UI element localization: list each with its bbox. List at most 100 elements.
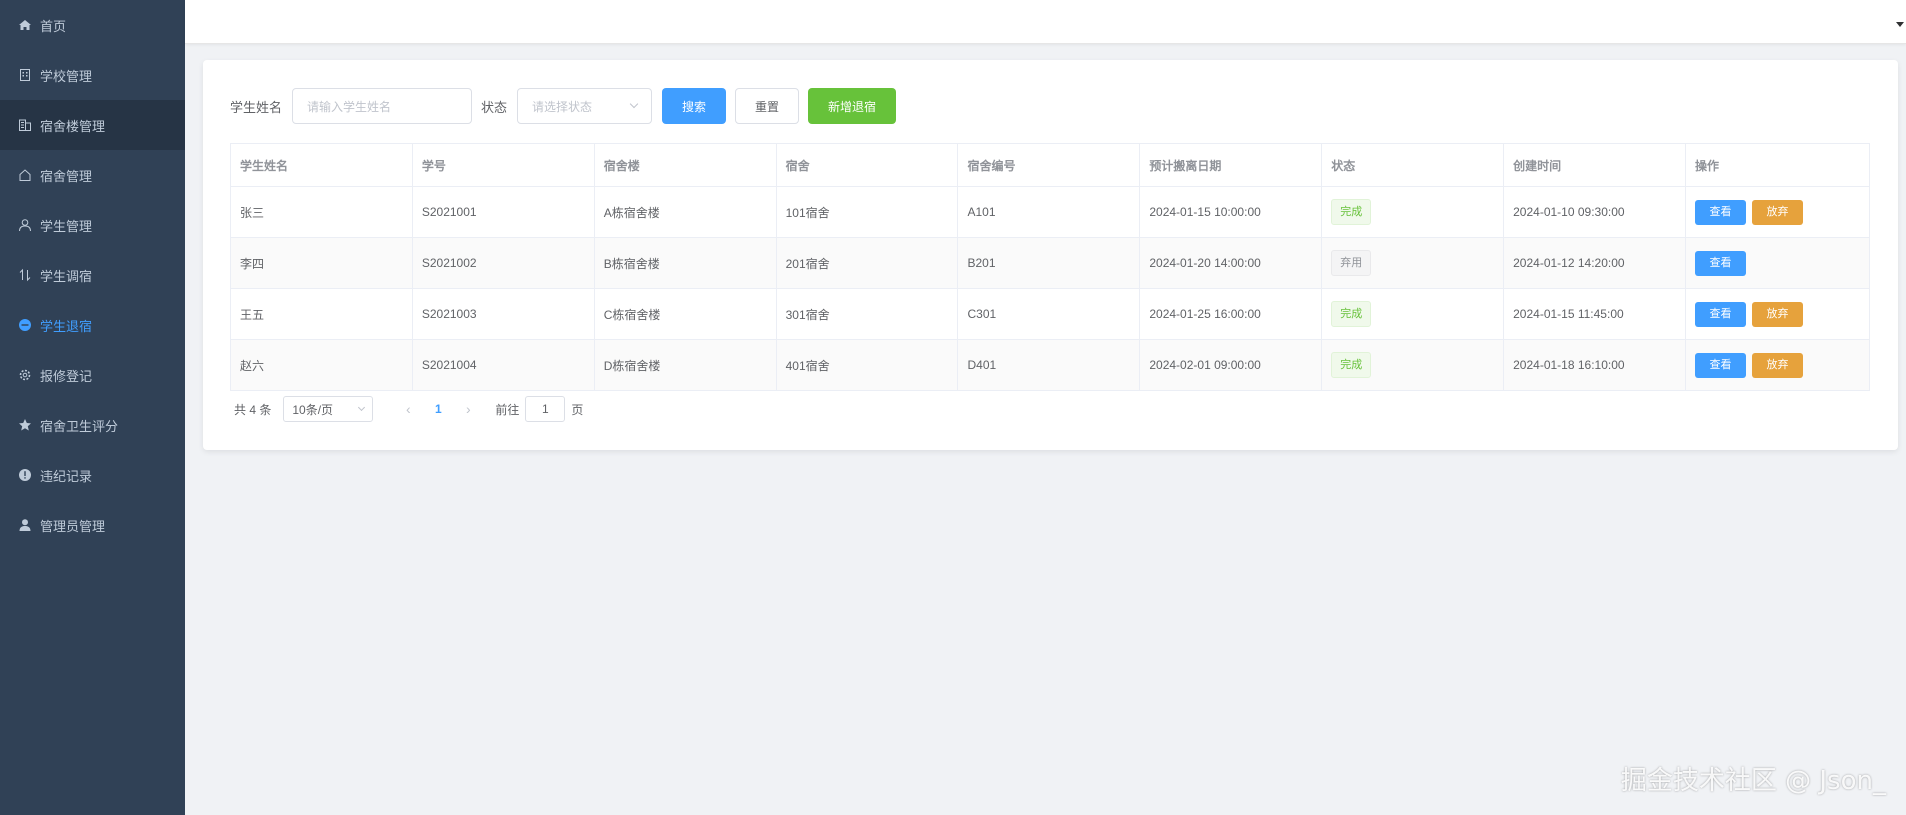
cell-room-code: A101 <box>957 186 1141 238</box>
cell-actions: 查看 放弃 <box>1685 339 1870 391</box>
sidebar-item-hygiene[interactable]: 宿舍卫生评分 <box>0 400 185 450</box>
cell-created: 2024-01-15 11:45:00 <box>1503 288 1687 340</box>
status-badge: 完成 <box>1331 301 1372 327</box>
cell-actions: 查看 放弃 <box>1685 288 1870 340</box>
cell-actions: 查看 <box>1685 237 1870 289</box>
student-name-label: 学生姓名 <box>230 99 283 115</box>
sidebar-item-label: 学生退宿 <box>40 318 93 334</box>
cell-status: 完成 <box>1321 186 1505 238</box>
search-button[interactable]: 搜索 <box>662 88 727 124</box>
office-icon <box>18 118 32 132</box>
sidebar: 首页 学校管理 宿舍楼管理 宿舍管理 学生管理 学生调宿 学生退宿 报修登记 宿… <box>0 0 185 815</box>
cell-building: B栋宿舍楼 <box>594 237 777 289</box>
goto-page: 前往 1 页 <box>495 396 583 422</box>
cell-room: 301宿舍 <box>776 288 959 340</box>
table-header-row: 学生姓名 学号 宿舍楼 宿舍 宿舍编号 预计搬离日期 状态 创建时间 操作 <box>230 143 1870 187</box>
column-header: 学号 <box>412 143 595 187</box>
view-button[interactable]: 查看 <box>1695 301 1747 327</box>
sidebar-item-label: 宿舍楼管理 <box>40 118 106 134</box>
view-button[interactable]: 查看 <box>1695 250 1747 276</box>
page-number[interactable]: 1 <box>423 402 453 416</box>
cell-room-code: B201 <box>957 237 1141 289</box>
page-size-select[interactable]: 10条/页 <box>283 396 374 422</box>
home-icon <box>18 18 32 32</box>
sidebar-item-checkout[interactable]: 学生退宿 <box>0 300 185 350</box>
page-size-value: 10条/页 <box>292 402 334 417</box>
watermark: 掘金技术社区 @ Json_ <box>1620 766 1886 796</box>
sidebar-item-label: 学生管理 <box>40 218 93 234</box>
sidebar-item-violation[interactable]: 违纪记录 <box>0 450 185 500</box>
chevron-down-icon <box>629 99 639 109</box>
cell-room-code: C301 <box>957 288 1141 340</box>
house-icon <box>18 168 32 182</box>
goto-suffix: 页 <box>571 402 584 417</box>
status-badge: 完成 <box>1331 199 1372 225</box>
reset-button[interactable]: 重置 <box>735 88 800 124</box>
total-count: 共 4 条 <box>234 402 272 417</box>
column-header: 创建时间 <box>1503 143 1687 187</box>
sidebar-item-admin[interactable]: 管理员管理 <box>0 500 185 550</box>
cell-name: 张三 <box>230 186 413 238</box>
sidebar-item-transfer[interactable]: 学生调宿 <box>0 250 185 300</box>
user-icon <box>18 218 32 232</box>
cell-room: 201宿舍 <box>776 237 959 289</box>
cell-leave-date: 2024-01-20 14:00:00 <box>1139 237 1323 289</box>
table-row: 赵六 S2021004 D栋宿舍楼 401宿舍 D401 2024-02-01 … <box>230 339 1870 391</box>
view-button[interactable]: 查看 <box>1695 352 1747 378</box>
cell-leave-date: 2024-02-01 09:00:00 <box>1139 339 1323 391</box>
column-header: 学生姓名 <box>230 143 413 187</box>
status-badge: 弃用 <box>1331 250 1372 276</box>
minus-circle-icon <box>18 318 32 332</box>
pagination: 共 4 条 10条/页 ‹ 1 › 前往 1 页 <box>234 396 583 422</box>
column-header: 宿舍楼 <box>594 143 777 187</box>
prev-page-icon[interactable]: ‹ <box>393 401 423 417</box>
cell-building: C栋宿舍楼 <box>594 288 777 340</box>
view-button[interactable]: 查看 <box>1695 199 1747 225</box>
add-checkout-button[interactable]: 新增退宿 <box>808 88 897 124</box>
status-select-placeholder: 请选择状态 <box>532 99 593 114</box>
caret-down-icon[interactable] <box>1896 22 1904 27</box>
cell-status: 完成 <box>1321 288 1505 340</box>
column-header: 预计搬离日期 <box>1139 143 1323 187</box>
abandon-button[interactable]: 放弃 <box>1752 301 1804 327</box>
table-row: 张三 S2021001 A栋宿舍楼 101宿舍 A101 2024-01-15 … <box>230 186 1870 238</box>
sidebar-item-label: 报修登记 <box>40 368 93 384</box>
cell-student-id: S2021004 <box>412 339 595 391</box>
sidebar-item-repair[interactable]: 报修登记 <box>0 350 185 400</box>
cell-student-id: S2021002 <box>412 237 595 289</box>
sidebar-item-label: 学生调宿 <box>40 268 93 284</box>
cell-building: D栋宿舍楼 <box>594 339 777 391</box>
cell-room: 401宿舍 <box>776 339 959 391</box>
sidebar-item-dorm[interactable]: 宿舍管理 <box>0 150 185 200</box>
cell-name: 赵六 <box>230 339 413 391</box>
cell-status: 弃用 <box>1321 237 1505 289</box>
next-page-icon[interactable]: › <box>453 401 483 417</box>
column-header: 操作 <box>1685 143 1870 187</box>
column-header: 宿舍编号 <box>957 143 1141 187</box>
status-badge: 完成 <box>1331 352 1372 378</box>
cell-leave-date: 2024-01-25 16:00:00 <box>1139 288 1323 340</box>
cell-room: 101宿舍 <box>776 186 959 238</box>
cell-status: 完成 <box>1321 339 1505 391</box>
cell-name: 李四 <box>230 237 413 289</box>
sidebar-item-home[interactable]: 首页 <box>0 0 185 50</box>
abandon-button[interactable]: 放弃 <box>1752 199 1804 225</box>
cell-created: 2024-01-18 16:10:00 <box>1503 339 1687 391</box>
sidebar-item-school[interactable]: 学校管理 <box>0 50 185 100</box>
status-select[interactable]: 请选择状态 <box>517 88 653 124</box>
content-card: 学生姓名 请输入学生姓名 状态 请选择状态 搜索 重置 新增退宿 学生姓名 学号… <box>203 60 1898 450</box>
abandon-button[interactable]: 放弃 <box>1752 352 1804 378</box>
cell-name: 王五 <box>230 288 413 340</box>
search-form: 学生姓名 请输入学生姓名 状态 请选择状态 搜索 重置 新增退宿 <box>230 88 897 124</box>
column-header: 状态 <box>1321 143 1505 187</box>
sidebar-item-dorm-building[interactable]: 宿舍楼管理 <box>0 100 185 150</box>
table-row: 李四 S2021002 B栋宿舍楼 201宿舍 B201 2024-01-20 … <box>230 237 1870 289</box>
top-header <box>185 0 1906 44</box>
cell-room-code: D401 <box>957 339 1141 391</box>
goto-page-input[interactable]: 1 <box>525 396 566 422</box>
sidebar-item-label: 首页 <box>40 18 67 34</box>
sort-icon <box>18 268 32 282</box>
student-name-input[interactable]: 请输入学生姓名 <box>292 88 473 124</box>
cell-leave-date: 2024-01-15 10:00:00 <box>1139 186 1323 238</box>
sidebar-item-student[interactable]: 学生管理 <box>0 200 185 250</box>
